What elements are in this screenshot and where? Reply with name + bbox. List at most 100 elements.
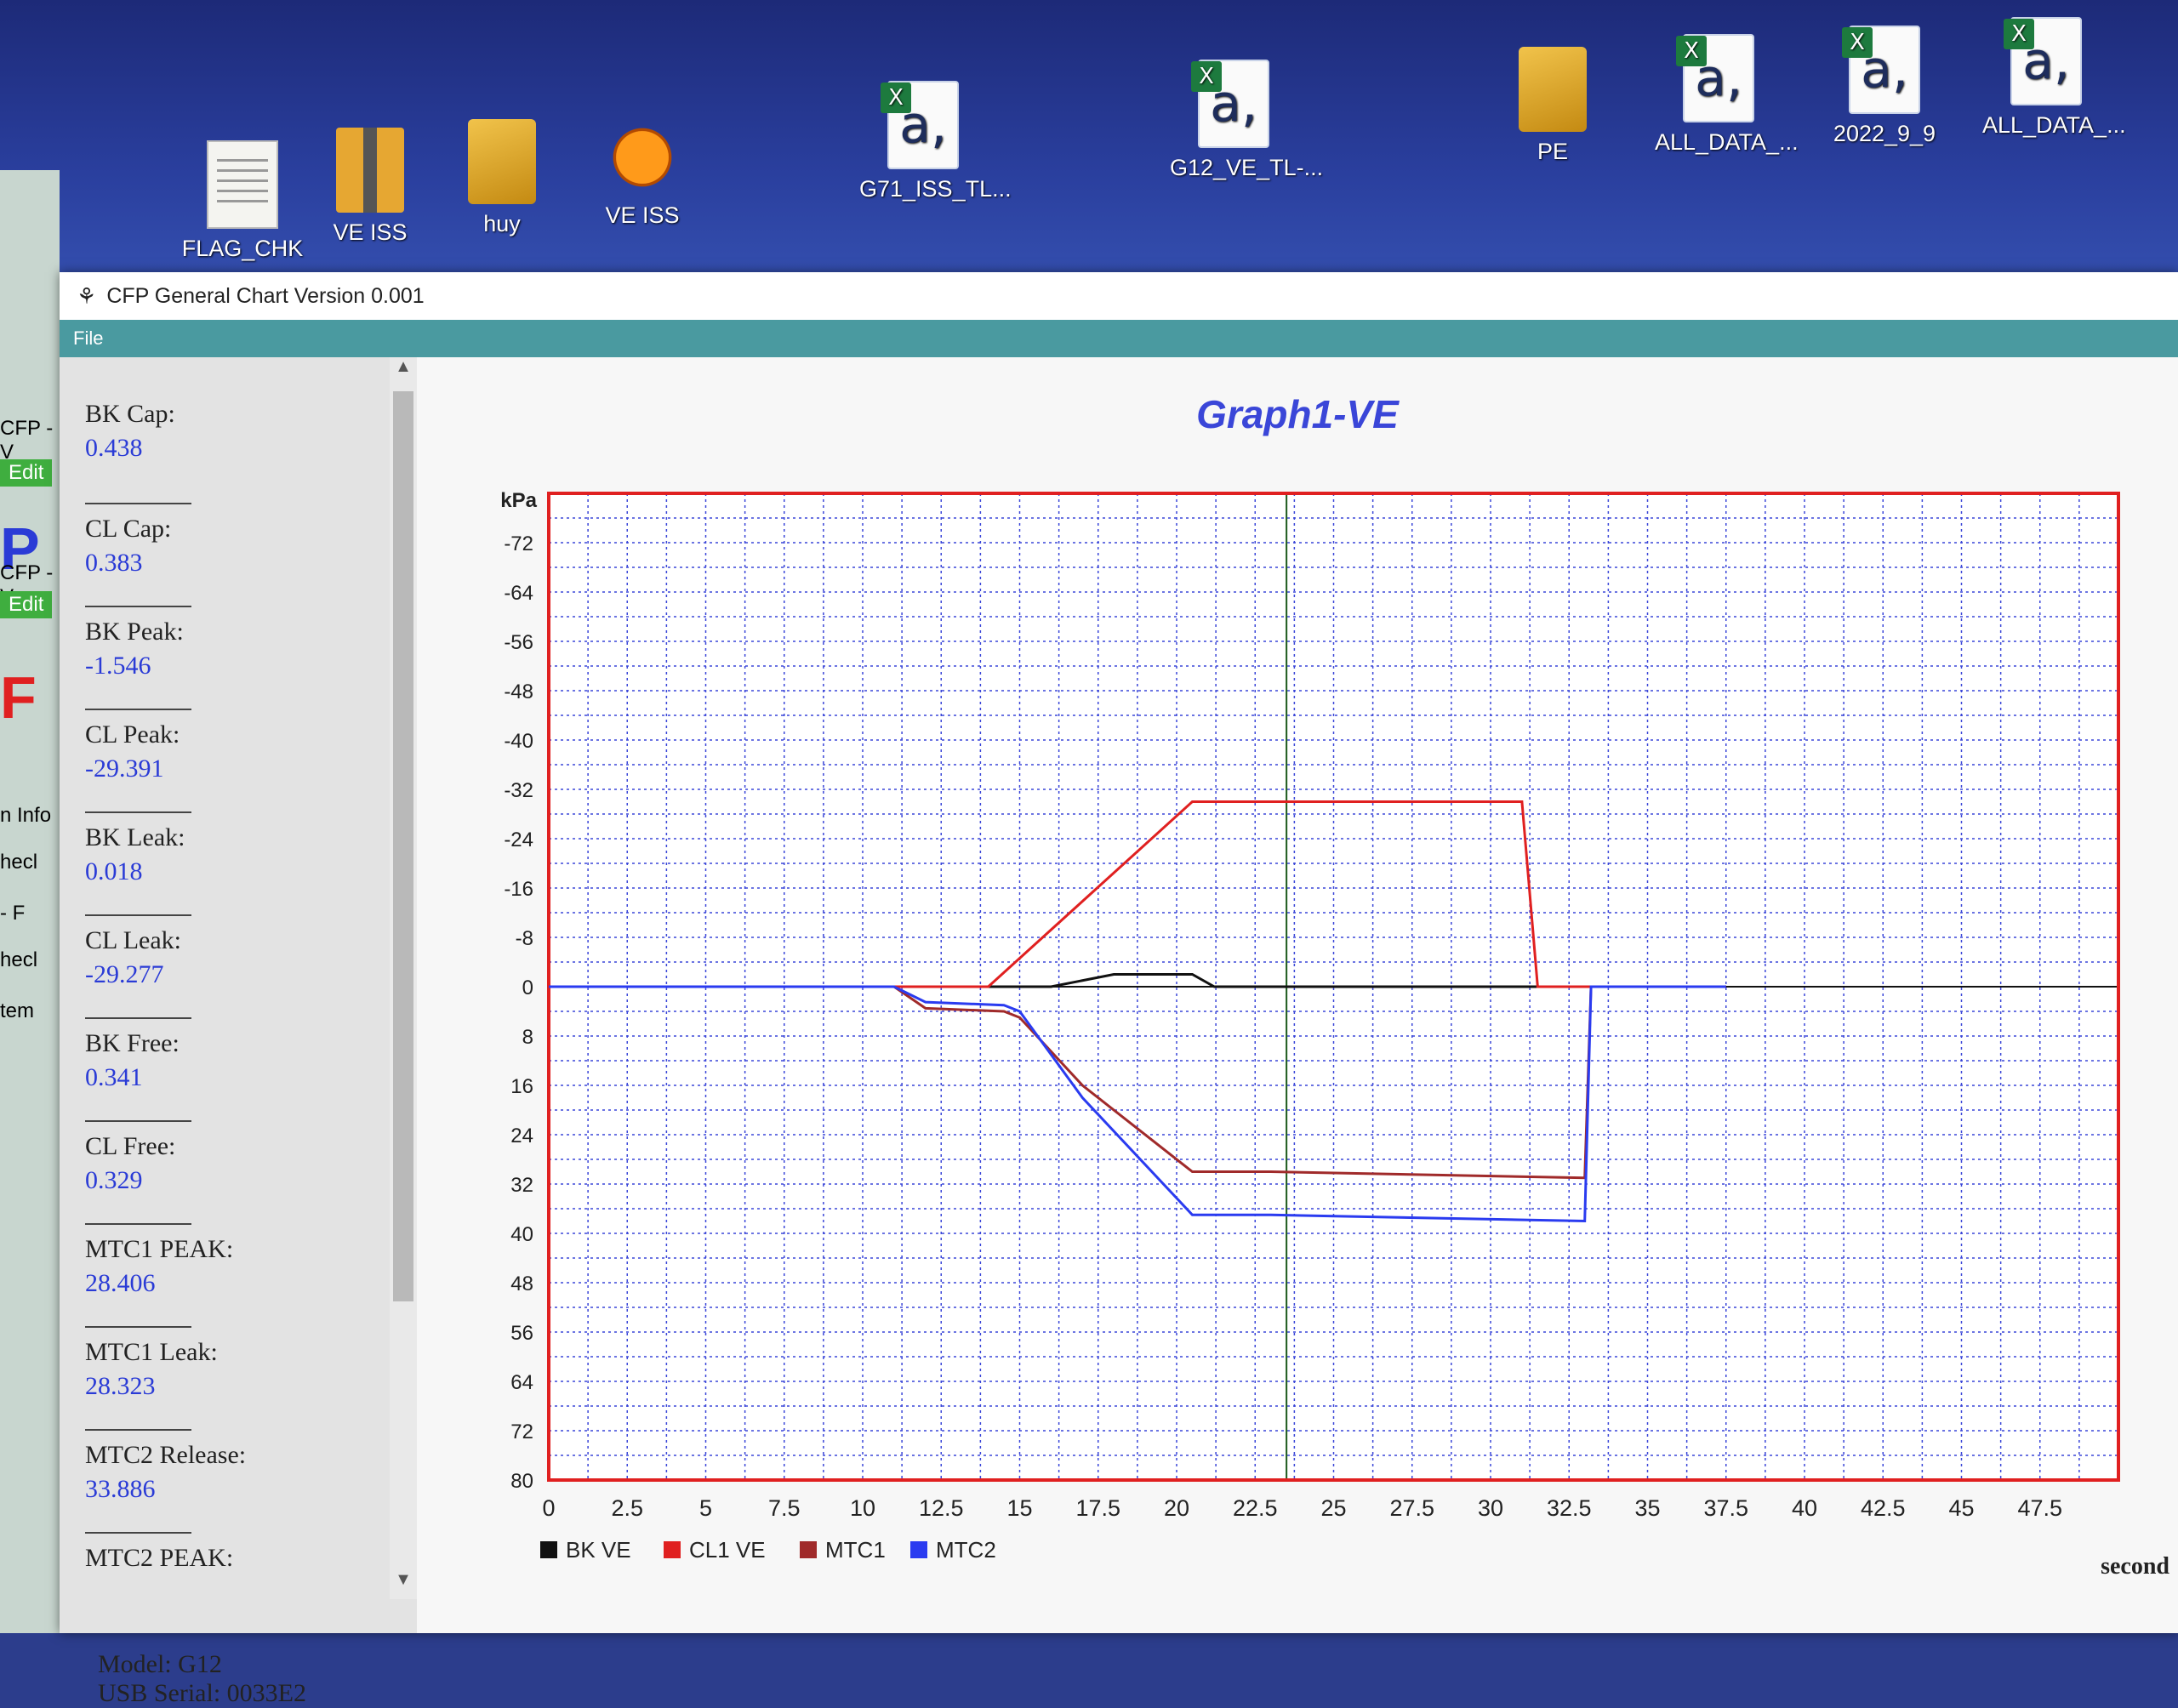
y-tick-label: 72 — [510, 1420, 533, 1443]
stat-value: 0.438 — [85, 434, 143, 462]
excel-file-icon: a, — [881, 81, 959, 169]
stat-item: MTC1 Leak: 28.323 — [85, 1326, 374, 1401]
stat-separator — [85, 1223, 191, 1225]
menu-file[interactable]: File — [73, 327, 103, 350]
chart-svg: -72-64-56-48-40-32-24-16-808162432404856… — [500, 489, 2169, 1580]
x-tick-label: 2.5 — [611, 1495, 643, 1521]
background-fragment-text: Edit — [0, 459, 53, 487]
desktop-icon-label: VE ISS — [333, 219, 408, 245]
desktop-icon[interactable]: a, G12_VE_TL-... — [1170, 60, 1323, 181]
y-tick-label: 24 — [510, 1124, 533, 1147]
stat-value: -29.391 — [85, 754, 164, 783]
title-bar[interactable]: ⚘ CFP General Chart Version 0.001 — [60, 272, 2178, 320]
stat-item: BK Cap: 0.438 — [85, 400, 374, 463]
stat-value: 0.018 — [85, 857, 143, 885]
stat-label: CL Cap: — [85, 515, 172, 543]
stat-item: BK Peak: -1.546 — [85, 606, 374, 680]
legend-swatch — [800, 1541, 817, 1558]
x-axis-label: second — [2101, 1553, 2169, 1580]
scroll-up-icon[interactable]: ▲ — [390, 357, 417, 386]
y-tick-label: -16 — [504, 878, 533, 901]
x-tick-label: 37.5 — [1703, 1495, 1748, 1521]
app-icon: ⚘ — [77, 282, 97, 309]
desktop-icon[interactable]: a, ALL_DATA_... — [1982, 17, 2126, 139]
y-tick-label: -64 — [504, 582, 533, 605]
desktop-icon-label: G71_ISS_TL... — [859, 176, 1012, 202]
desktop-icon[interactable]: VE ISS — [579, 111, 706, 229]
stat-separator — [85, 709, 191, 710]
background-fragment-text: hecl — [0, 948, 38, 971]
desktop-icon-label: ALL_DATA_... — [1982, 112, 2126, 138]
y-tick-label: -48 — [504, 680, 533, 703]
legend-label: MTC2 — [936, 1537, 996, 1563]
stats-scrollbar[interactable]: ▲ ▼ — [390, 357, 417, 1599]
y-tick-label: 80 — [510, 1470, 533, 1493]
stat-label: CL Leak: — [85, 926, 182, 954]
excel-file-icon: a, — [1842, 26, 1920, 114]
stat-separator — [85, 914, 191, 916]
stat-label: CL Free: — [85, 1132, 176, 1160]
desktop: FLAG_CHKVE ISShuyVE ISSa,G71_ISS_TL...a,… — [0, 0, 2178, 289]
background-fragment-text: hecl — [0, 851, 38, 874]
folder-icon — [468, 119, 536, 204]
chart-area: Graph1-VE -72 -64 -56 -48 -40 -32 -24 -16 -8 0 8 16… — [417, 357, 2178, 1633]
excel-file-icon: a, — [1191, 60, 1269, 148]
stat-label: CL Peak: — [85, 720, 180, 749]
stat-item: MTC2 PEAK: — [85, 1532, 374, 1578]
desktop-icon-label: huy — [483, 211, 521, 236]
stat-value: 28.406 — [85, 1269, 156, 1297]
scroll-down-icon[interactable]: ▼ — [390, 1570, 417, 1599]
stat-item: MTC1 PEAK: 28.406 — [85, 1223, 374, 1298]
y-tick-label: 32 — [510, 1174, 533, 1197]
pumpkin-app-icon — [608, 111, 676, 196]
stat-item: BK Leak: 0.018 — [85, 811, 374, 886]
legend-label: BK VE — [566, 1537, 631, 1563]
legend-swatch — [540, 1541, 557, 1558]
y-tick-label: 48 — [510, 1272, 533, 1295]
x-tick-label: 25 — [1320, 1495, 1346, 1521]
x-tick-label: 17.5 — [1075, 1495, 1120, 1521]
y-tick-label: 64 — [510, 1371, 533, 1394]
legend-label: CL1 VE — [689, 1537, 766, 1563]
y-tick-label: 8 — [522, 1026, 533, 1049]
background-fragment-text: n Info — [0, 804, 52, 827]
stat-item: BK Free: 0.341 — [85, 1017, 374, 1092]
x-tick-label: 42.5 — [1861, 1495, 1906, 1521]
desktop-icon[interactable]: VE ISS — [306, 128, 434, 246]
y-axis-label: kPa — [500, 489, 537, 512]
stat-value: 0.341 — [85, 1063, 143, 1091]
stat-label: MTC2 Release: — [85, 1441, 247, 1469]
scroll-thumb[interactable] — [393, 391, 413, 1301]
excel-file-icon: a, — [2004, 17, 2082, 105]
desktop-icon[interactable]: a, 2022_9_9 — [1821, 26, 1948, 147]
stat-item: CL Leak: -29.277 — [85, 914, 374, 989]
desktop-icon-label: PE — [1537, 139, 1569, 164]
cfp-chart-window: ⚘ CFP General Chart Version 0.001 File B… — [60, 272, 2178, 1707]
stats-panel: BK Cap: 0.438 CL Cap: 0.383 BK Peak: -1.546 CL… — [60, 357, 417, 1707]
y-tick-label: 0 — [522, 976, 533, 999]
x-tick-label: 5 — [699, 1495, 712, 1521]
desktop-icon[interactable]: a, ALL_DATA_... — [1655, 34, 1799, 156]
stat-label: BK Free: — [85, 1029, 180, 1057]
desktop-icon[interactable]: huy — [438, 119, 566, 237]
stat-label: MTC1 PEAK: — [85, 1235, 234, 1263]
stat-label: BK Peak: — [85, 618, 184, 646]
stat-value: 0.383 — [85, 549, 143, 577]
desktop-icon[interactable]: a, G71_ISS_TL... — [859, 81, 1012, 202]
legend-swatch — [910, 1541, 927, 1558]
y-tick-label: -72 — [504, 532, 533, 555]
stat-item: CL Free: 0.329 — [85, 1120, 374, 1195]
desktop-icon[interactable]: PE — [1489, 47, 1616, 165]
desktop-icon[interactable]: FLAG_CHK — [179, 140, 306, 262]
stat-separator — [85, 606, 191, 607]
background-fragment-text: - F — [0, 902, 26, 925]
stat-item: CL Cap: 0.383 — [85, 503, 374, 578]
desktop-icon-label: ALL_DATA_... — [1655, 129, 1799, 155]
background-fragment-text: CFP - V — [0, 417, 54, 464]
x-tick-label: 32.5 — [1547, 1495, 1592, 1521]
x-tick-label: 22.5 — [1233, 1495, 1278, 1521]
stat-value: 28.323 — [85, 1372, 156, 1400]
x-tick-label: 7.5 — [768, 1495, 801, 1521]
y-tick-label: -40 — [504, 730, 533, 753]
stat-value: -29.277 — [85, 960, 164, 988]
